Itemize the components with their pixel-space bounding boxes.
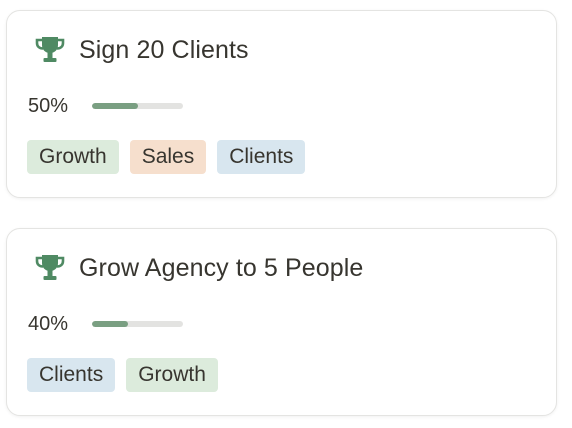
tag-growth[interactable]: Growth [126,358,218,392]
goals-list: Sign 20 Clients 50% Growth Sales Clients [0,0,572,428]
tag-growth[interactable]: Growth [27,140,119,174]
goal-title-row: Grow Agency to 5 People [33,251,363,285]
goal-title: Sign 20 Clients [79,35,249,64]
goal-card[interactable]: Grow Agency to 5 People 40% Clients Grow… [6,228,557,416]
progress-percent: 40% [28,312,69,335]
tag-sales[interactable]: Sales [129,140,207,174]
tag-clients[interactable]: Clients [217,140,306,174]
progress-percent: 50% [28,94,69,117]
progress-bar-fill [92,103,138,109]
trophy-icon [33,253,67,283]
goal-progress: 40% [28,311,183,337]
goal-tags: Growth Sales Clients [27,140,306,174]
goal-progress: 50% [28,93,183,119]
progress-bar [92,103,183,109]
goal-title-row: Sign 20 Clients [33,33,249,67]
goal-title: Grow Agency to 5 People [79,253,364,282]
trophy-icon [33,35,67,65]
goal-card[interactable]: Sign 20 Clients 50% Growth Sales Clients [6,10,557,198]
goal-tags: Clients Growth [27,358,218,392]
progress-bar-fill [92,321,129,327]
tag-clients[interactable]: Clients [27,358,116,392]
progress-bar [92,321,183,327]
